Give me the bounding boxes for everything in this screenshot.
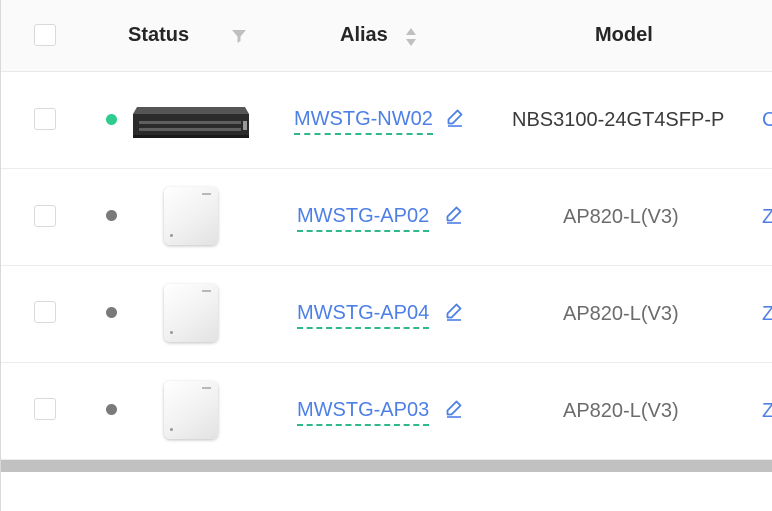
model-column-header: Model	[595, 24, 653, 46]
access-point-device-image	[164, 284, 218, 342]
edit-pencil-icon[interactable]	[445, 107, 465, 127]
select-all-checkbox[interactable]	[34, 24, 56, 46]
alias-link[interactable]: MWSTG-AP04	[297, 302, 430, 329]
access-point-device-image	[164, 381, 218, 439]
switch-device-image	[133, 107, 249, 138]
truncated-column-cell[interactable]: Z	[762, 400, 772, 422]
access-point-device-image	[164, 187, 218, 245]
alias-column-header[interactable]: Alias	[340, 24, 388, 47]
table-header: Status Alias Model	[1, 0, 772, 72]
model-cell: AP820-L(V3)	[563, 400, 679, 422]
truncated-column-cell[interactable]: Z	[762, 303, 772, 325]
row-checkbox[interactable]	[34, 205, 56, 227]
row-checkbox[interactable]	[34, 398, 56, 420]
truncated-column-cell[interactable]: C	[762, 109, 772, 131]
edit-pencil-icon[interactable]	[444, 301, 464, 321]
sort-icon[interactable]	[404, 26, 418, 48]
horizontal-scrollbar[interactable]	[1, 460, 772, 472]
status-offline-dot	[106, 307, 117, 318]
status-offline-dot	[106, 404, 117, 415]
row-checkbox[interactable]	[34, 301, 56, 323]
model-cell: AP820-L(V3)	[563, 303, 679, 325]
filter-icon[interactable]	[231, 28, 247, 44]
alias-link[interactable]: MWSTG-AP02	[297, 205, 430, 232]
edit-pencil-icon[interactable]	[444, 204, 464, 224]
status-online-dot	[106, 114, 117, 125]
alias-link[interactable]: MWSTG-NW02	[294, 108, 433, 135]
status-column-header: Status	[128, 24, 190, 46]
row-checkbox[interactable]	[34, 108, 56, 130]
status-offline-dot	[106, 210, 117, 221]
model-cell: NBS3100-24GT4SFP-P	[512, 109, 725, 131]
alias-link[interactable]: MWSTG-AP03	[297, 399, 430, 426]
device-table: Status Alias Model MWSTG-NW02 NBS3100-24…	[0, 0, 772, 511]
truncated-column-cell[interactable]: Z	[762, 206, 772, 228]
model-cell: AP820-L(V3)	[563, 206, 679, 228]
edit-pencil-icon[interactable]	[444, 398, 464, 418]
